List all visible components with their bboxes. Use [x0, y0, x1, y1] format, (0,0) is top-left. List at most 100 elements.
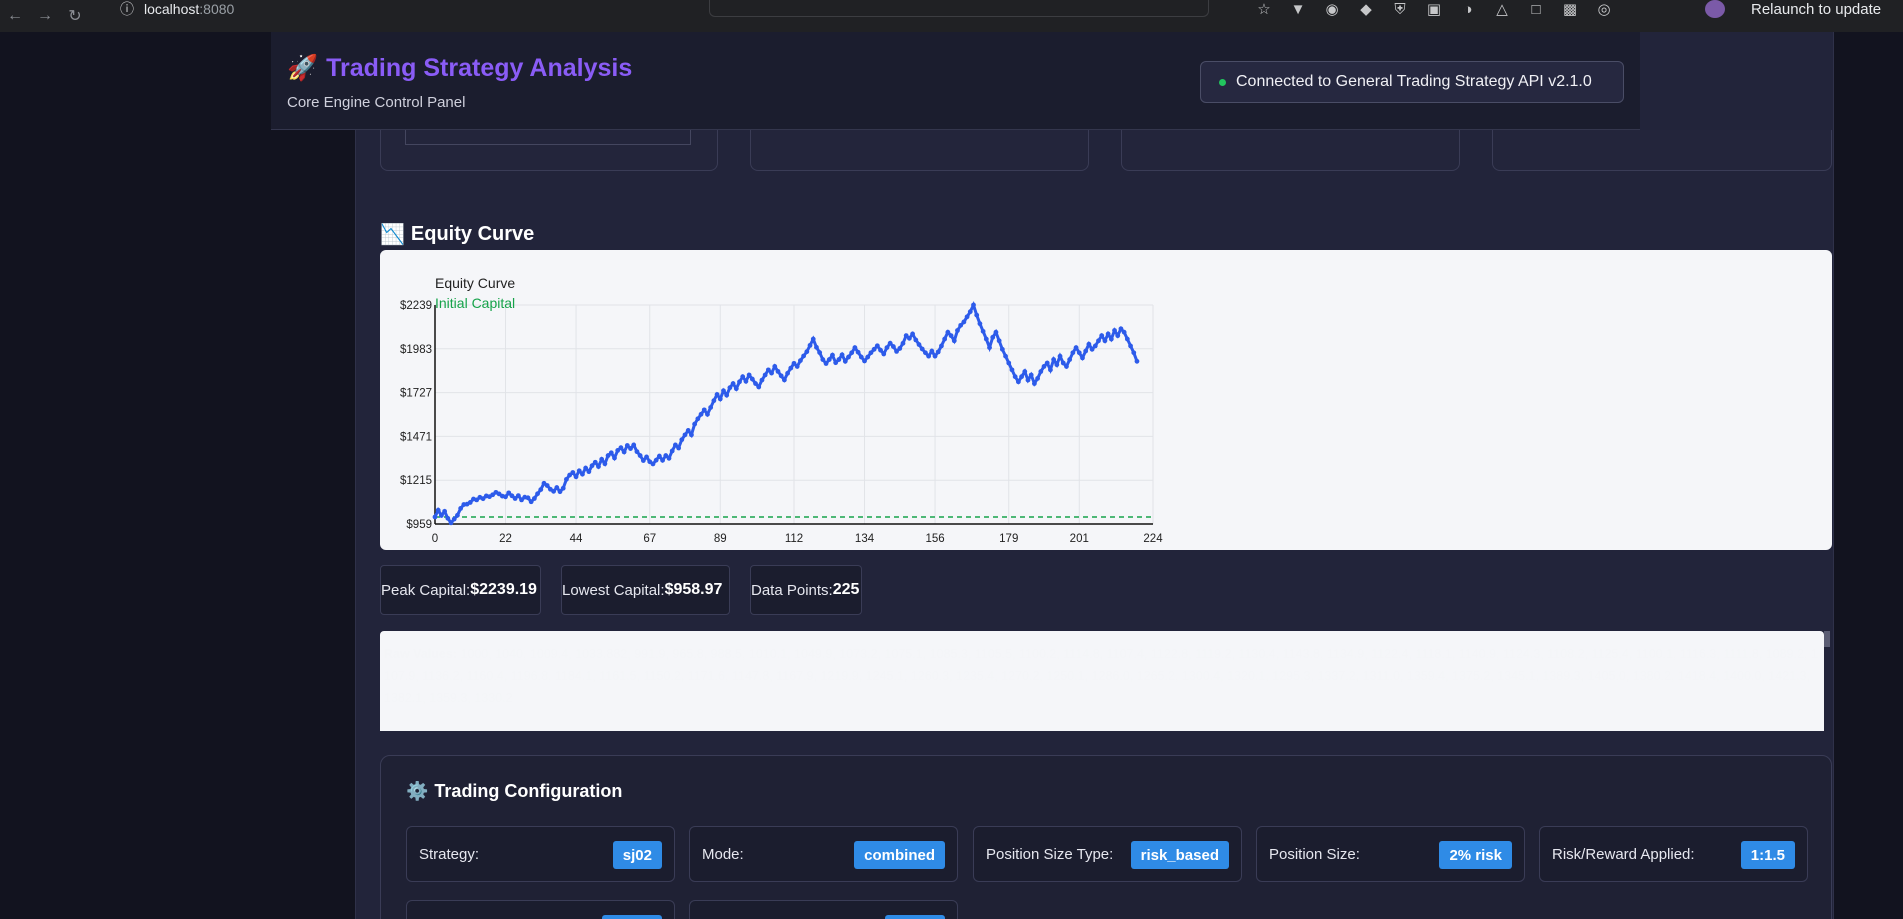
- page-subtitle: Core Engine Control Panel: [287, 94, 466, 111]
- equity-data-point: [650, 461, 656, 467]
- equity-data-point: [855, 349, 861, 355]
- page-title: 🚀 Trading Strategy Analysis: [287, 54, 632, 83]
- equity-data-point: [756, 384, 762, 390]
- equity-data-point: [955, 328, 960, 333]
- equity-data-point: [634, 449, 640, 455]
- equity-data-point: [1038, 369, 1044, 374]
- equity-data-point: [596, 464, 601, 469]
- equity-data-point: [586, 469, 592, 475]
- config-item-label: Mode:: [702, 846, 744, 863]
- screenshot-icon[interactable]: ◎: [1595, 0, 1613, 18]
- relaunch-button[interactable]: Relaunch to update: [1751, 0, 1881, 18]
- connection-status-badge: Connected to General Trading Strategy AP…: [1200, 61, 1624, 103]
- raw-values-label: Raw Values:: [384, 647, 457, 661]
- fox-extension-icon[interactable]: ◆: [1357, 0, 1375, 18]
- equity-data-point: [967, 309, 973, 315]
- equity-data-point: [942, 336, 948, 342]
- equity-data-point: [1012, 374, 1018, 380]
- equity-data-point: [929, 348, 935, 354]
- equity-data-point: [740, 374, 746, 380]
- equity-data-point: [660, 457, 665, 463]
- equity-data-point: [727, 385, 733, 391]
- equity-data-point: [570, 470, 576, 475]
- brave-extension-icon[interactable]: △: [1493, 0, 1511, 18]
- config-item-risk-reward: Risk/Reward Applied: 1:1.5: [1539, 826, 1808, 882]
- address-bar[interactable]: ⓘ localhost:8080: [120, 0, 234, 18]
- equity-data-point: [1099, 333, 1105, 339]
- id-extension-icon[interactable]: ▣: [1425, 0, 1443, 18]
- back-icon[interactable]: ←: [0, 0, 30, 32]
- equity-data-point: [798, 358, 803, 364]
- puzzle-icon[interactable]: ▩: [1561, 0, 1579, 18]
- equity-data-point: [439, 513, 444, 518]
- equity-data-point: [1006, 360, 1012, 366]
- equity-data-point: [1124, 336, 1130, 342]
- equity-data-point: [881, 351, 887, 357]
- equity-data-point: [1092, 343, 1098, 349]
- equity-data-point: [608, 450, 614, 456]
- equity-data-point: [1032, 381, 1037, 386]
- stat-card: [1121, 130, 1460, 171]
- equity-data-point: [794, 364, 800, 369]
- equity-data-point: [730, 381, 736, 386]
- equity-data-point: [612, 455, 617, 461]
- config-item-label: Strategy:: [419, 846, 480, 863]
- bookmark-star-icon[interactable]: ☆: [1255, 0, 1273, 18]
- connection-status-text: Connected to General Trading Strategy AP…: [1236, 73, 1592, 90]
- equity-data-point: [1009, 367, 1015, 373]
- raw-values-box[interactable]: Raw Values: 1000, 1040, 1009.4, 1033.882…: [380, 631, 1824, 731]
- lowest-capital-value: $958.97: [664, 581, 723, 598]
- config-item-value: 1:1.5: [1740, 841, 1795, 869]
- equity-data-point: [621, 449, 627, 455]
- equity-data-point: [862, 358, 867, 364]
- equity-chart-card: $2239 $1983 $1727 $1471 $1215 $959 0 22 44 67 89 11…: [380, 250, 1832, 550]
- data-points-value: 225: [832, 581, 860, 598]
- equity-data-point: [1022, 369, 1028, 374]
- site-info-icon[interactable]: ⓘ: [120, 0, 134, 19]
- gear-icon: ⚙️: [406, 781, 429, 801]
- equity-data-point: [849, 350, 855, 356]
- profile-avatar[interactable]: [1705, 0, 1725, 18]
- equity-data-point: [1019, 374, 1024, 380]
- color-extension-icon[interactable]: ◑: [1459, 1, 1477, 18]
- equity-data-point: [823, 361, 829, 366]
- equity-data-point: [445, 515, 451, 521]
- shield-icon[interactable]: ⛨: [1391, 1, 1409, 18]
- equity-data-point: [1076, 350, 1082, 356]
- equity-data-point: [810, 336, 816, 342]
- equity-data-point: [964, 314, 970, 320]
- equity-data-point: [987, 345, 992, 351]
- url-port: :8080: [199, 1, 235, 17]
- equity-data-point: [544, 483, 550, 488]
- equity-data-point: [852, 345, 858, 351]
- equity-data-point: [1035, 375, 1041, 381]
- equity-data-point: [878, 347, 883, 353]
- initial-capital-label: Initial Capital: [435, 295, 515, 311]
- equity-data-point: [948, 333, 954, 339]
- code-extension-icon[interactable]: □: [1527, 1, 1545, 18]
- equity-data-point: [759, 377, 765, 383]
- extension-v-icon[interactable]: ▼: [1289, 1, 1307, 18]
- equity-data-point: [538, 487, 544, 493]
- equity-data-point: [1048, 367, 1053, 373]
- stat-card: [750, 130, 1089, 171]
- equity-data-point: [804, 349, 810, 355]
- x-tick-label: 0: [432, 533, 438, 545]
- equity-data-point: [628, 446, 633, 451]
- equity-data-point: [432, 514, 438, 520]
- raw-values-scrollbar[interactable]: [1824, 631, 1830, 647]
- x-tick-label: 44: [570, 533, 583, 545]
- equity-data-point: [926, 353, 932, 359]
- reload-icon[interactable]: ↻: [60, 0, 90, 32]
- y-tick-label: $1727: [400, 388, 432, 400]
- equity-data-point: [1128, 343, 1133, 349]
- x-tick-label: 201: [1070, 533, 1089, 545]
- forward-icon[interactable]: →: [30, 0, 60, 32]
- equity-data-point: [451, 516, 457, 522]
- equity-data-point: [714, 392, 720, 397]
- data-points-metric: Data Points: 225: [750, 565, 862, 615]
- x-tick-label: 89: [714, 533, 727, 545]
- camera-icon[interactable]: ◉: [1323, 0, 1341, 18]
- equity-data-point: [996, 338, 1002, 344]
- equity-data-point: [916, 342, 922, 347]
